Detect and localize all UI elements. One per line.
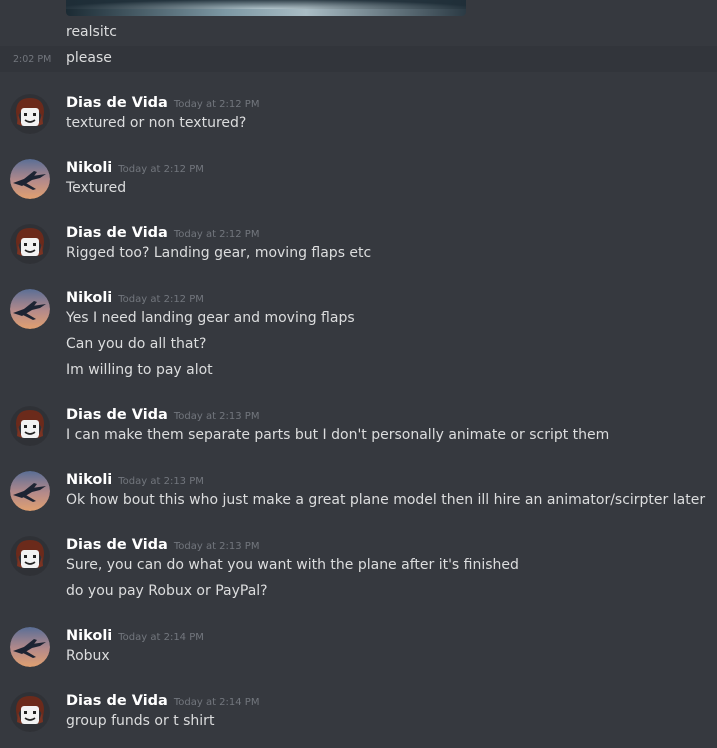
dias-avatar[interactable]	[10, 536, 50, 576]
message-line-hovered: 2:02 PM please	[0, 46, 717, 72]
message-text: realsitc	[66, 24, 117, 40]
message-header: Dias de Vida Today at 2:12 PM	[66, 92, 259, 112]
embed-image[interactable]	[66, 0, 466, 16]
dias-avatar[interactable]	[10, 94, 50, 134]
message-group: Nikoli Today at 2:14 PM Robux	[0, 625, 717, 675]
author-name[interactable]: Nikoli	[66, 472, 112, 488]
message-text: Robux	[66, 648, 110, 664]
message-text: Textured	[66, 180, 127, 196]
nikoli-avatar[interactable]	[10, 159, 50, 199]
message-group: Nikoli Today at 2:13 PM Ok how bout this …	[0, 469, 717, 519]
dias-avatar[interactable]	[10, 406, 50, 446]
author-name[interactable]: Dias de Vida	[66, 407, 168, 423]
message-text: Can you do all that?	[66, 336, 207, 352]
author-name[interactable]: Dias de Vida	[66, 693, 168, 709]
message-timestamp: Today at 2:12 PM	[173, 99, 260, 110]
message-group: Dias de Vida Today at 2:12 PM Rigged too?…	[0, 222, 717, 272]
message-text: textured or non textured?	[66, 115, 247, 131]
message-group: Dias de Vida Today at 2:13 PM I can make …	[0, 404, 717, 454]
message-header: Nikoli Today at 2:13 PM	[66, 469, 204, 489]
message-timestamp: Today at 2:12 PM	[118, 294, 204, 305]
message-timestamp: Today at 2:14 PM	[173, 697, 260, 708]
message-header: Dias de Vida Today at 2:14 PM	[66, 690, 259, 710]
message-text: I can make them separate parts but I don…	[66, 427, 610, 443]
author-name[interactable]: Nikoli	[66, 628, 112, 644]
message-group: Nikoli Today at 2:12 PM Textured	[0, 157, 717, 207]
message-header: Dias de Vida Today at 2:12 PM	[66, 222, 259, 242]
message-text: Rigged too? Landing gear, moving flaps e…	[66, 245, 372, 261]
message-timestamp: Today at 2:14 PM	[118, 632, 204, 643]
message-text: Im willing to pay alot	[66, 362, 213, 378]
message-group: Dias de Vida Today at 2:14 PM group funds…	[0, 690, 717, 740]
nikoli-avatar[interactable]	[10, 289, 50, 329]
message-timestamp: Today at 2:13 PM	[173, 411, 260, 422]
message-line: realsitc	[0, 20, 717, 46]
message-timestamp: Today at 2:12 PM	[173, 229, 260, 240]
message-header: Nikoli Today at 2:12 PM	[66, 287, 204, 307]
message-header: Dias de Vida Today at 2:13 PM	[66, 534, 259, 554]
message-text: group funds or t shirt	[66, 713, 215, 729]
dias-avatar[interactable]	[10, 224, 50, 264]
message-text: do you pay Robux or PayPal?	[66, 583, 268, 599]
message-timestamp: Today at 2:12 PM	[118, 164, 204, 175]
message-header: Nikoli Today at 2:14 PM	[66, 625, 204, 645]
author-name[interactable]: Nikoli	[66, 160, 112, 176]
author-name[interactable]: Dias de Vida	[66, 537, 168, 553]
message-group: Dias de Vida Today at 2:13 PM Sure, you c…	[0, 534, 717, 609]
nikoli-avatar[interactable]	[10, 627, 50, 667]
message-text: Yes I need landing gear and moving flaps	[66, 310, 355, 326]
author-name[interactable]: Nikoli	[66, 290, 112, 306]
message-text: Ok how bout this who just make a great p…	[66, 492, 706, 508]
message-timestamp: Today at 2:13 PM	[173, 541, 260, 552]
message-text: Sure, you can do what you want with the …	[66, 557, 519, 573]
author-name[interactable]: Dias de Vida	[66, 225, 168, 241]
nikoli-avatar[interactable]	[10, 471, 50, 511]
message-group: Dias de Vida Today at 2:12 PM textured or…	[0, 92, 717, 142]
author-name[interactable]: Dias de Vida	[66, 95, 168, 111]
message-timestamp: Today at 2:13 PM	[118, 476, 204, 487]
message-header: Dias de Vida Today at 2:13 PM	[66, 404, 259, 424]
message-timestamp: 2:02 PM	[13, 54, 52, 65]
dias-avatar[interactable]	[10, 692, 50, 732]
message-text: please	[66, 50, 112, 66]
message-group: Nikoli Today at 2:12 PM Yes I need landin…	[0, 287, 717, 387]
message-header: Nikoli Today at 2:12 PM	[66, 157, 204, 177]
